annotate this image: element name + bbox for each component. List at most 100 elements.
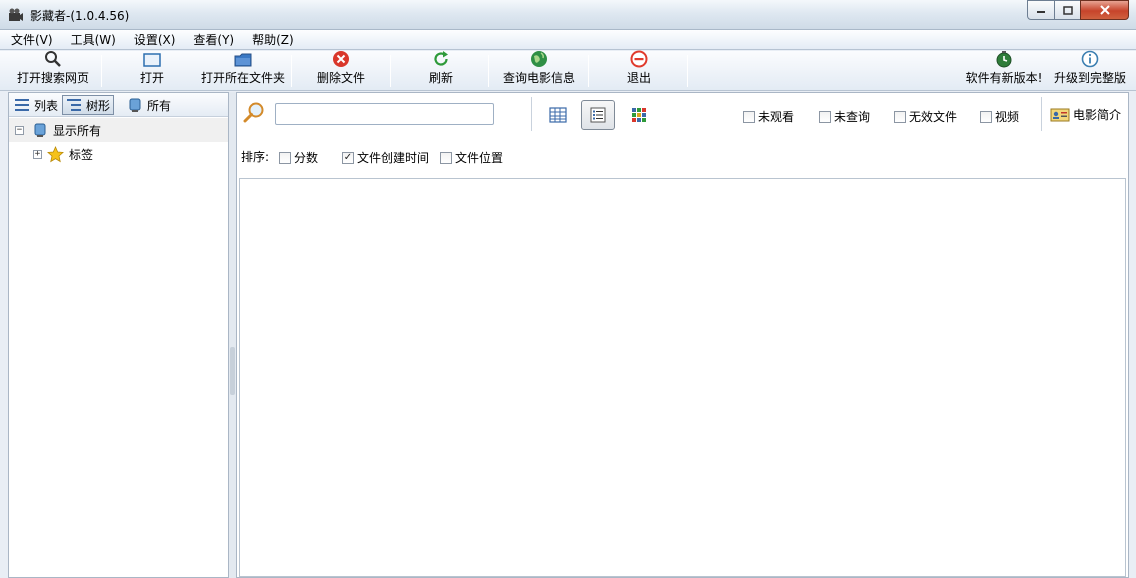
movie-intro-label: 电影简介 [1073, 108, 1122, 122]
search-input[interactable] [275, 103, 494, 125]
tab-tree-label: 树形 [86, 98, 111, 113]
tab-list-label: 列表 [34, 98, 59, 113]
tab-tree[interactable]: 树形 [62, 95, 115, 115]
open-folder-button[interactable]: 打开所在文件夹 [198, 53, 288, 89]
toolbar-separator [488, 55, 489, 87]
filter-video[interactable]: 视频 [980, 108, 1019, 125]
refresh-icon [432, 50, 450, 68]
view-details-button[interactable] [581, 100, 615, 130]
close-icon [1099, 5, 1110, 15]
movie-intro-button[interactable]: 电影简介 [1050, 106, 1121, 123]
id-card-icon [1050, 108, 1070, 121]
tree-item-show-all[interactable]: − 显示所有 [9, 118, 228, 142]
filter-unwatched-label: 未观看 [758, 110, 795, 124]
filter-video-label: 视频 [995, 110, 1020, 124]
close-button[interactable] [1080, 0, 1129, 20]
collapse-toggle[interactable]: − [15, 125, 24, 135]
update-clock-icon [995, 50, 1013, 68]
toolbar-divider [1041, 97, 1042, 131]
sort-created-time[interactable]: ✓ 文件创建时间 [342, 149, 429, 166]
minimize-icon [1037, 11, 1045, 13]
window-title: 影藏者-(1.0.4.56) [30, 9, 130, 23]
tree-item-tags[interactable]: + 标签 [9, 142, 228, 166]
tree-view-icon [67, 99, 81, 111]
sort-file-location-checkbox[interactable] [440, 151, 452, 164]
upgrade-label: 升级到完整版 [1053, 71, 1126, 85]
menu-settings[interactable]: 设置(X) [131, 31, 179, 48]
refresh-label: 刷新 [428, 71, 453, 85]
list-icon [15, 99, 29, 111]
grid-view-icon [632, 108, 646, 122]
delete-icon [332, 50, 350, 68]
sort-file-location[interactable]: 文件位置 [440, 149, 503, 166]
window-icon [143, 52, 161, 68]
details-view-icon [590, 107, 606, 123]
toolbar-separator [588, 55, 589, 87]
filter-invalid-files[interactable]: 无效文件 [894, 108, 957, 125]
title-bar: 影藏者-(1.0.4.56) [0, 0, 1136, 30]
expand-toggle[interactable]: + [33, 149, 42, 159]
sort-score-checkbox[interactable] [279, 151, 291, 164]
filter-unqueried-checkbox[interactable] [819, 110, 831, 123]
sort-label: 排序: [241, 150, 270, 164]
filter-invalid-files-checkbox[interactable] [894, 110, 906, 123]
sort-file-location-label: 文件位置 [455, 151, 504, 165]
filter-unqueried-label: 未查询 [834, 110, 871, 124]
sort-created-time-checkbox[interactable]: ✓ [342, 151, 354, 164]
toolbar-divider [531, 97, 532, 131]
minimize-button[interactable] [1027, 0, 1055, 20]
splitter-grip[interactable] [230, 347, 235, 395]
tab-all[interactable]: 所有 [125, 95, 174, 115]
sort-score[interactable]: 分数 [279, 149, 318, 166]
tree-item-show-all-label: 显示所有 [53, 123, 102, 138]
app-camera-icon [9, 8, 23, 21]
sort-created-time-label: 文件创建时间 [357, 151, 430, 165]
filter-video-checkbox[interactable] [980, 110, 992, 123]
filter-unqueried[interactable]: 未查询 [819, 108, 870, 125]
left-panel: 列表 树形 所有 − 显示所有 + 标签 [8, 92, 229, 578]
view-thumbnail-button[interactable] [622, 100, 656, 130]
magnifier-icon [243, 102, 264, 123]
search-icon [44, 50, 62, 68]
toolbar-separator [101, 55, 102, 87]
tab-all-label: 所有 [147, 98, 172, 113]
view-table-button[interactable] [541, 100, 575, 130]
panel-splitter[interactable] [229, 92, 236, 578]
open-search-page-button[interactable]: 打开搜索网页 [14, 50, 92, 89]
category-tree: − 显示所有 + 标签 [9, 118, 228, 166]
query-movie-info-label: 查询电影信息 [502, 71, 575, 85]
menu-help[interactable]: 帮助(Z) [249, 31, 297, 48]
menu-file[interactable]: 文件(V) [8, 31, 56, 48]
menu-view[interactable]: 查看(Y) [190, 31, 237, 48]
filter-unwatched-checkbox[interactable] [743, 110, 755, 123]
new-version-label: 软件有新版本! [965, 71, 1043, 85]
maximize-button[interactable] [1054, 0, 1081, 20]
refresh-button[interactable]: 刷新 [420, 50, 462, 89]
exit-button[interactable]: 退出 [618, 50, 660, 89]
toolbar-separator [687, 55, 688, 87]
globe-icon [530, 50, 548, 68]
filter-invalid-files-label: 无效文件 [909, 110, 958, 124]
exit-icon [630, 50, 648, 68]
new-version-button[interactable]: 软件有新版本! [962, 50, 1046, 89]
toolbar-separator [291, 55, 292, 87]
open-search-page-label: 打开搜索网页 [16, 71, 89, 85]
restore-icon [1062, 5, 1073, 15]
database-icon [129, 98, 141, 112]
toolbar-separator [390, 55, 391, 87]
open-label: 打开 [139, 71, 164, 85]
open-button[interactable]: 打开 [130, 53, 174, 89]
database-icon [34, 123, 46, 137]
menu-tools[interactable]: 工具(W) [68, 31, 119, 48]
delete-file-button[interactable]: 删除文件 [312, 50, 370, 89]
filter-unwatched[interactable]: 未观看 [743, 108, 794, 125]
upgrade-button[interactable]: 升级到完整版 [1050, 50, 1130, 89]
open-folder-label: 打开所在文件夹 [200, 71, 285, 85]
file-list-area[interactable] [239, 178, 1126, 577]
tab-list[interactable]: 列表 [11, 95, 61, 115]
menu-bar: 文件(V) 工具(W) 设置(X) 查看(Y) 帮助(Z) [0, 30, 1136, 50]
query-movie-info-button[interactable]: 查询电影信息 [500, 50, 578, 89]
exit-label: 退出 [626, 71, 651, 85]
right-panel: 未观看 未查询 无效文件 视频 电影简介 排序: 分数 ✓ 文件创建时间 文件位… [236, 92, 1129, 578]
folder-icon [234, 52, 252, 68]
